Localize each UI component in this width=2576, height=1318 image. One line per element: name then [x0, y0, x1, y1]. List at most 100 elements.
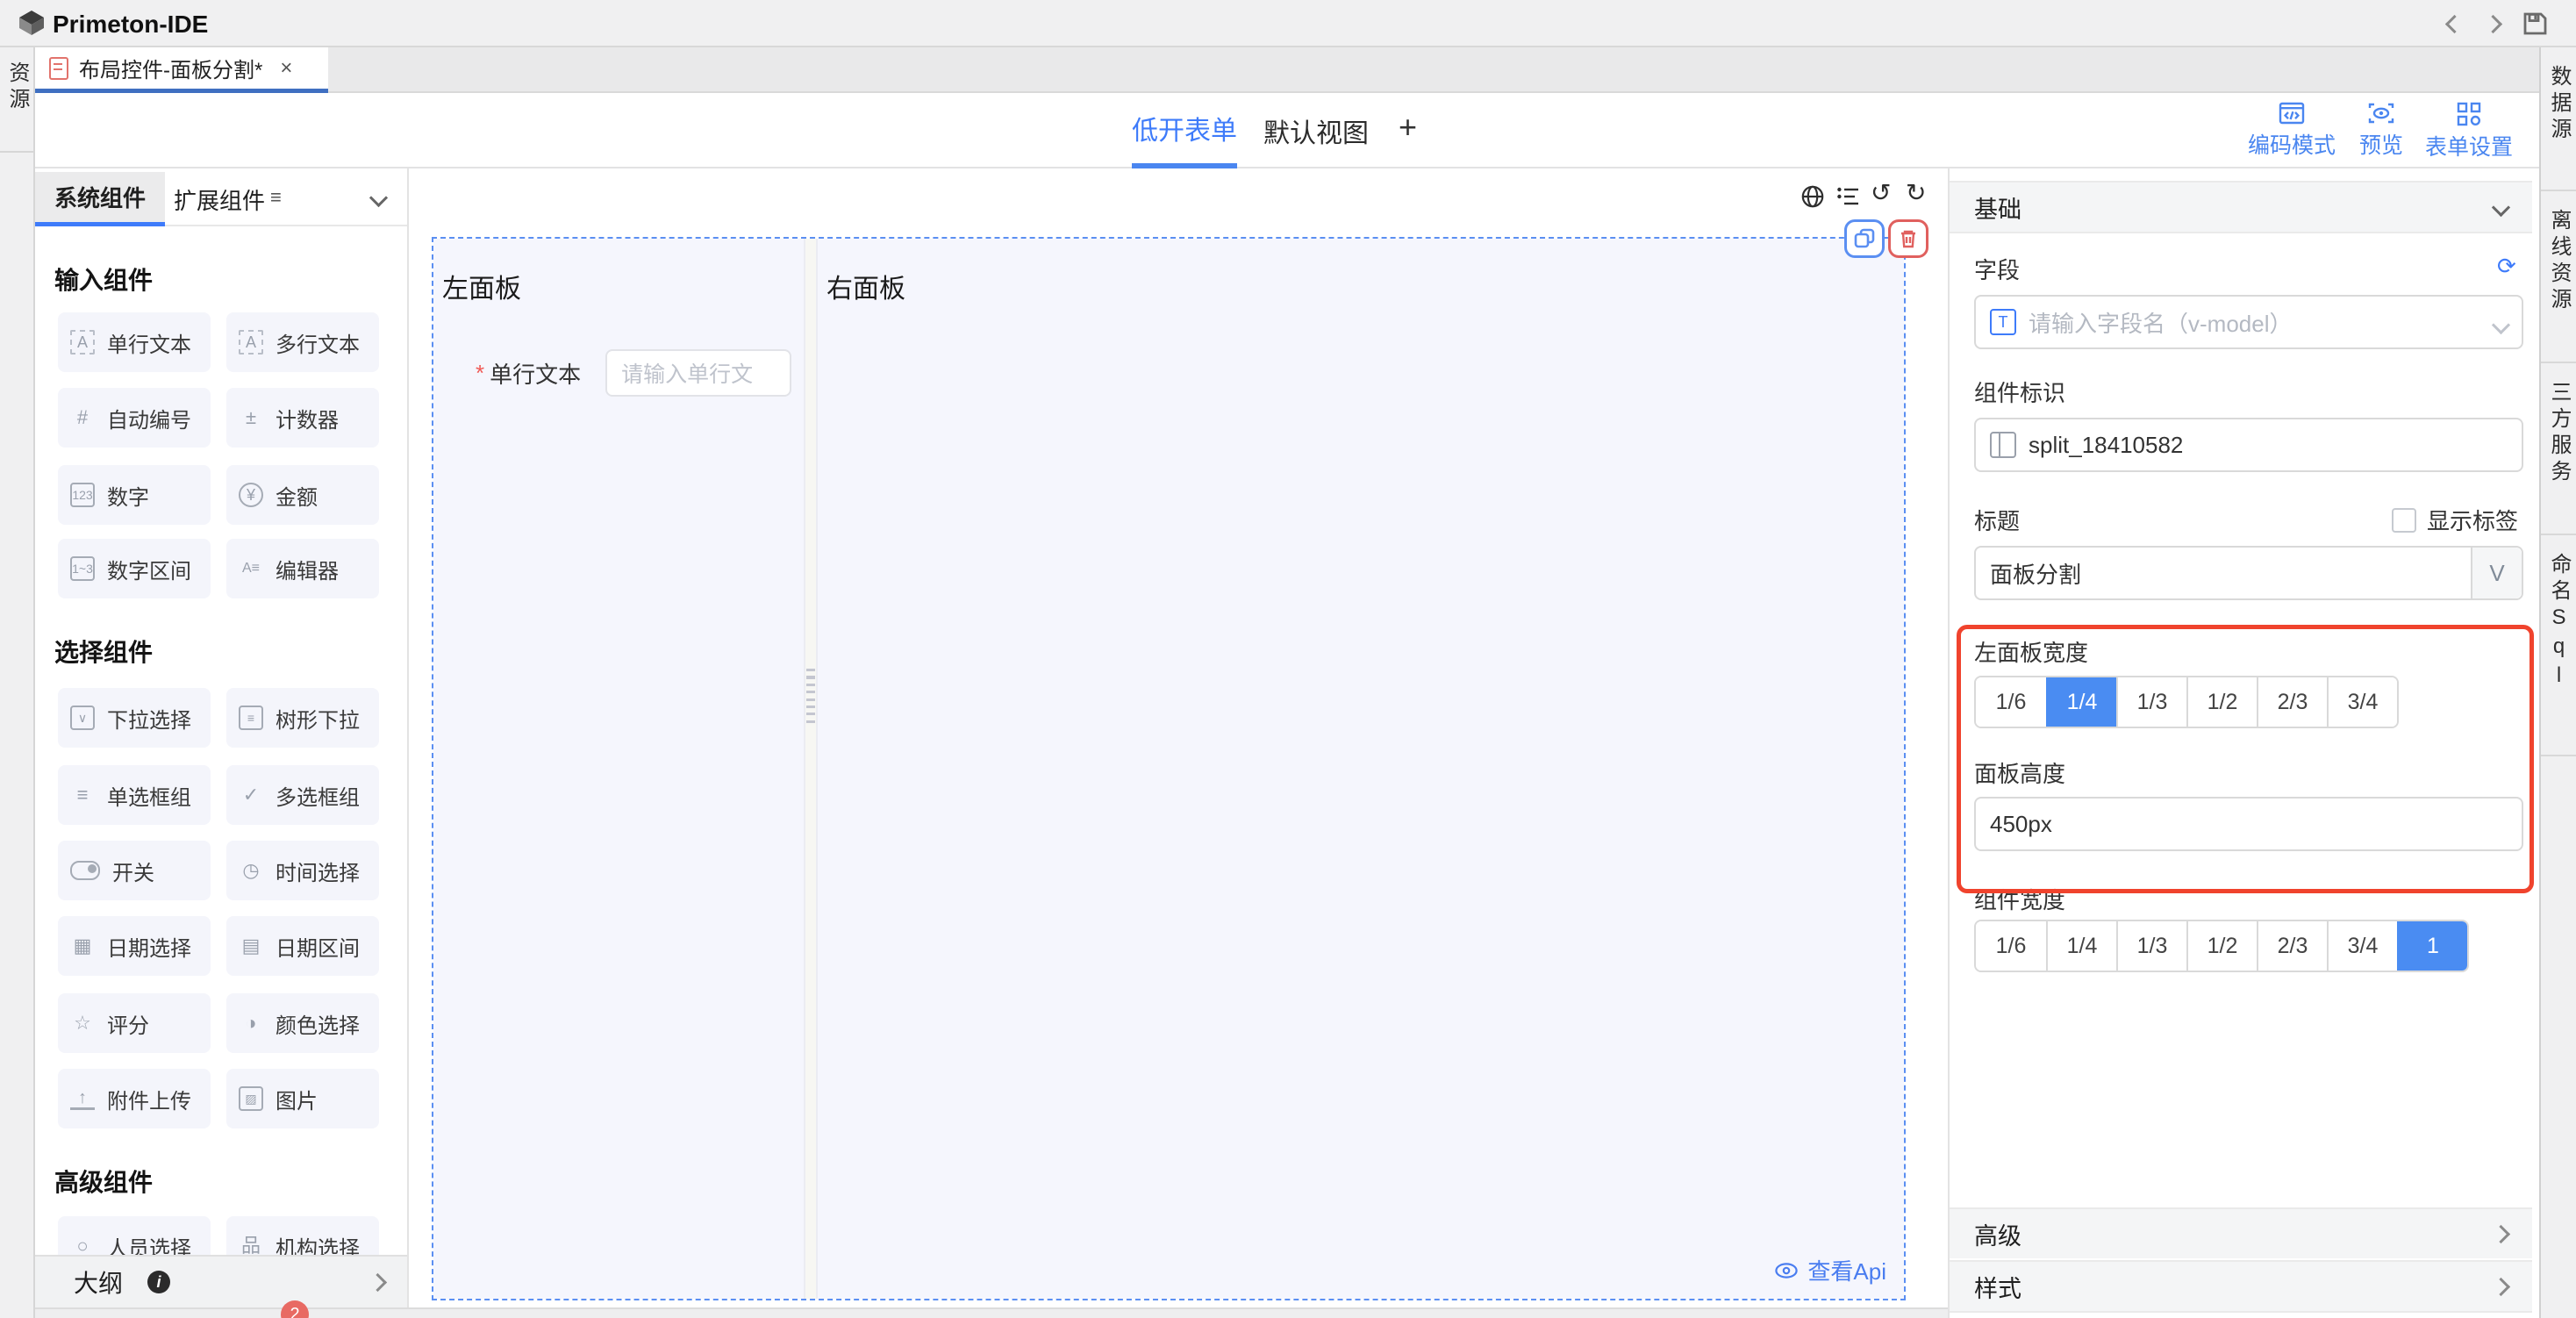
component-item-single-line-text[interactable]: A单行文本 — [58, 312, 211, 372]
view-api-link[interactable]: 查看Api — [1774, 1254, 1886, 1286]
style-section-header[interactable]: 样式 — [1950, 1260, 2532, 1313]
left-width-option-1-2[interactable]: 1/2 — [2186, 677, 2257, 727]
component-item-date-picker[interactable]: ▦日期选择 — [58, 916, 211, 976]
comp-width-option-1-2[interactable]: 1/2 — [2186, 921, 2257, 971]
save-icon[interactable] — [2522, 11, 2548, 37]
tab-extension-components-label: 扩展组件 — [174, 183, 265, 216]
i18n-globe-icon[interactable] — [1800, 184, 1825, 209]
split-right-pane[interactable]: 右面板 — [818, 239, 1904, 1299]
right-nav-strip: 数据源 离线资源 三方服务 命名Sql — [2539, 47, 2576, 1318]
component-item-amount[interactable]: ¥金额 — [226, 465, 379, 525]
left-width-option-1-6[interactable]: 1/6 — [1976, 677, 2046, 727]
component-item-label: 计数器 — [275, 403, 339, 433]
tab-extension-components[interactable]: 扩展组件 — [168, 172, 270, 226]
add-view-button[interactable]: + — [1399, 109, 1417, 146]
component-item-label: 编辑器 — [275, 554, 339, 584]
sidebar-item-third-party-services[interactable]: 三方服务 — [2541, 363, 2576, 535]
sidebar-item-datasource[interactable]: 数据源 — [2541, 47, 2576, 191]
number-range-icon: 1~3 — [70, 556, 95, 581]
text-field-icon: T — [1990, 309, 2016, 335]
tab-system-components[interactable]: 系统组件 — [35, 172, 165, 226]
component-id-input[interactable]: split_18410582 — [1974, 418, 2523, 472]
tab-low-code-form[interactable]: 低开表单 — [1132, 93, 1237, 168]
show-label-checkbox-row[interactable]: 显示标签 — [2392, 504, 2518, 536]
nav-forward-icon[interactable] — [2484, 15, 2502, 33]
split-left-pane[interactable]: 左面板 * 单行文本 请输入单行文 — [433, 239, 805, 1299]
component-item-auto-number[interactable]: #自动编号 — [58, 388, 211, 448]
copy-component-button[interactable] — [1844, 219, 1885, 258]
code-mode-button[interactable]: 编码模式 — [2237, 102, 2346, 160]
view-api-label: 查看Api — [1807, 1254, 1886, 1286]
panel-height-input[interactable]: 450px — [1974, 797, 2523, 851]
left-width-option-1-3[interactable]: 1/3 — [2116, 677, 2186, 727]
component-item-switch[interactable]: 开关 — [58, 841, 211, 900]
comp-width-option-1-3[interactable]: 1/3 — [2116, 921, 2186, 971]
sidebar-item-named-sql[interactable]: 命名Sql — [2541, 535, 2576, 756]
dropdown-select-icon: ∨ — [70, 706, 95, 730]
undo-icon[interactable]: ↺ — [1871, 181, 1891, 205]
sort-icon[interactable]: ≡ — [270, 186, 282, 209]
component-item-checkbox-group[interactable]: ✓多选框组 — [226, 765, 379, 825]
view-header: 低开表单 默认视图 + 编码模式 预览 表单设置 — [35, 93, 2539, 168]
single-line-text-input[interactable]: 请输入单行文 — [605, 349, 791, 397]
close-tab-icon[interactable]: × — [280, 56, 292, 81]
left-width-option-3-4[interactable]: 3/4 — [2327, 677, 2397, 727]
form-settings-button[interactable]: 表单设置 — [2415, 102, 2523, 161]
nav-back-icon[interactable] — [2445, 15, 2464, 33]
field-list-icon[interactable] — [1835, 184, 1860, 209]
comp-width-option-1-selected[interactable]: 1 — [2397, 921, 2467, 971]
comp-width-option-1-6[interactable]: 1/6 — [1976, 921, 2046, 971]
component-item-radio-group[interactable]: ≡单选框组 — [58, 765, 211, 825]
form-field-row[interactable]: * 单行文本 请输入单行文 — [476, 349, 791, 397]
component-item-number-range[interactable]: 1~3数字区间 — [58, 539, 211, 598]
delete-component-button[interactable] — [1888, 219, 1928, 258]
copy-icon — [1854, 228, 1875, 249]
checkbox-group-icon: ✓ — [239, 783, 263, 807]
tab-low-code-form-label: 低开表单 — [1132, 109, 1237, 147]
component-item-multi-line-text[interactable]: A多行文本 — [226, 312, 379, 372]
bottom-strip — [35, 1307, 1948, 1318]
component-item-image[interactable]: ▨图片 — [226, 1069, 379, 1128]
expand-outline-chevron-icon[interactable] — [369, 1273, 387, 1292]
document-tab[interactable]: 布局控件-面板分割* × — [35, 47, 328, 93]
component-item-date-range[interactable]: ▤日期区间 — [226, 916, 379, 976]
component-item-editor[interactable]: A≡编辑器 — [226, 539, 379, 598]
amount-icon: ¥ — [239, 483, 263, 507]
component-id-value: split_18410582 — [2029, 432, 2508, 459]
refresh-icon[interactable]: ⟳ — [2497, 253, 2516, 280]
advanced-section-header[interactable]: 高级 — [1950, 1207, 2532, 1260]
tab-default-view[interactable]: 默认视图 — [1263, 93, 1369, 168]
comp-width-option-2-3[interactable]: 2/3 — [2257, 921, 2327, 971]
comp-width-option-3-4[interactable]: 3/4 — [2327, 921, 2397, 971]
sidebar-item-offline-resources[interactable]: 离线资源 — [2541, 191, 2576, 363]
show-label-checkbox[interactable] — [2392, 508, 2416, 533]
component-item-counter[interactable]: ± 计数器 — [226, 388, 379, 448]
rating-star-icon: ☆ — [70, 1011, 95, 1035]
select-chevron-icon — [2492, 315, 2510, 333]
component-item-rating[interactable]: ☆评分 — [58, 993, 211, 1053]
basic-section-header[interactable]: 基础 — [1950, 181, 2532, 233]
left-width-option-1-4-selected[interactable]: 1/4 — [2046, 677, 2116, 727]
component-item-label: 单选框组 — [107, 780, 191, 811]
variable-toggle-button[interactable]: V — [2471, 548, 2522, 598]
split-panel-component-selected[interactable]: 左面板 * 单行文本 请输入单行文 右面板 查看Api — [432, 237, 1906, 1300]
component-item-color-picker[interactable]: ◑颜色选择 — [226, 993, 379, 1053]
split-drag-handle[interactable] — [805, 239, 818, 1299]
sidebar-item-resources[interactable]: 资源 — [0, 47, 33, 153]
component-item-time-picker[interactable]: ◷时间选择 — [226, 841, 379, 900]
component-item-attachment-upload[interactable]: ↑附件上传 — [58, 1069, 211, 1128]
field-name-select[interactable]: T 请输入字段名（v-model） — [1974, 295, 2523, 349]
component-item-number[interactable]: 123数字 — [58, 465, 211, 525]
left-width-option-2-3[interactable]: 2/3 — [2257, 677, 2327, 727]
document-icon — [49, 57, 68, 80]
component-item-tree-dropdown[interactable]: ≡树形下拉 — [226, 688, 379, 748]
redo-icon[interactable]: ↻ — [1906, 181, 1926, 205]
comp-width-option-1-4[interactable]: 1/4 — [2046, 921, 2116, 971]
collapse-panel-chevron-icon[interactable] — [369, 189, 388, 207]
outline-bar[interactable]: 大纲 i — [35, 1255, 409, 1307]
counter-icon: ± — [239, 405, 263, 430]
preview-button[interactable]: 预览 — [2346, 102, 2416, 160]
component-item-dropdown-select[interactable]: ∨下拉选择 — [58, 688, 211, 748]
component-item-label: 开关 — [112, 856, 154, 886]
title-input[interactable]: 面板分割 V — [1974, 546, 2523, 600]
